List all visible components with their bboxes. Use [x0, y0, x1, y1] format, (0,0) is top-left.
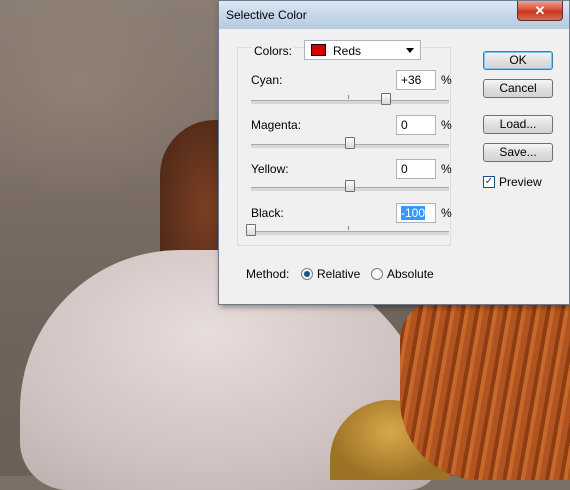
save-button[interactable]: Save...	[483, 143, 553, 162]
cyan-slider-thumb[interactable]	[380, 93, 391, 105]
dialog-title: Selective Color	[226, 8, 307, 22]
yellow-percent: %	[441, 162, 452, 176]
yellow-value-field[interactable]: 0	[396, 159, 436, 179]
cancel-button[interactable]: Cancel	[483, 79, 553, 98]
checkmark-icon: ✓	[484, 176, 494, 187]
close-icon: ✕	[534, 2, 546, 18]
magenta-percent: %	[441, 118, 452, 132]
magenta-value: 0	[401, 118, 408, 132]
black-label: Black:	[251, 206, 284, 220]
yellow-slider-thumb[interactable]	[345, 180, 355, 192]
colors-label: Colors:	[252, 44, 295, 58]
magenta-value-field[interactable]: 0	[396, 115, 436, 135]
relative-label: Relative	[317, 267, 361, 281]
yellow-value: 0	[401, 162, 408, 176]
preview-label: Preview	[499, 175, 542, 189]
black-percent: %	[441, 206, 452, 220]
yellow-slider-track[interactable]	[251, 180, 449, 192]
color-swatch	[311, 44, 326, 56]
cyan-value: +36	[401, 73, 422, 87]
preview-checkbox[interactable]: ✓	[483, 176, 495, 188]
colors-dropdown[interactable]: Reds	[304, 40, 421, 60]
magenta-slider-track[interactable]	[251, 137, 449, 149]
dialog-body: Colors: Reds Cyan: +36 % Magenta: 0 % Ye…	[219, 29, 569, 304]
black-slider-thumb[interactable]	[246, 224, 256, 236]
absolute-radio[interactable]	[371, 268, 383, 280]
chevron-down-icon	[406, 48, 414, 53]
yellow-label: Yellow:	[251, 162, 289, 176]
black-slider-track[interactable]	[246, 224, 449, 236]
cyan-label: Cyan:	[251, 73, 283, 87]
title-bar[interactable]: Selective Color ✕	[219, 1, 569, 30]
relative-radio[interactable]	[301, 268, 313, 280]
slider-center-tick	[348, 226, 349, 230]
colors-selected-value: Reds	[333, 44, 362, 58]
hair	[400, 300, 570, 480]
method-label: Method:	[246, 267, 290, 281]
ok-button[interactable]: OK	[483, 51, 553, 70]
black-value-field[interactable]: -100	[396, 203, 436, 223]
black-value: -100	[401, 206, 426, 220]
magenta-slider-thumb[interactable]	[345, 137, 355, 149]
slider-center-tick	[348, 95, 349, 99]
selective-color-dialog: Selective Color ✕ Colors: Reds Cyan: +36…	[218, 0, 570, 305]
cyan-percent: %	[441, 73, 452, 87]
load-button[interactable]: Load...	[483, 115, 553, 134]
cyan-value-field[interactable]: +36	[396, 70, 436, 90]
absolute-label: Absolute	[387, 267, 434, 281]
cyan-slider-track[interactable]	[251, 93, 449, 105]
magenta-label: Magenta:	[251, 118, 302, 132]
close-button[interactable]: ✕	[517, 1, 563, 21]
